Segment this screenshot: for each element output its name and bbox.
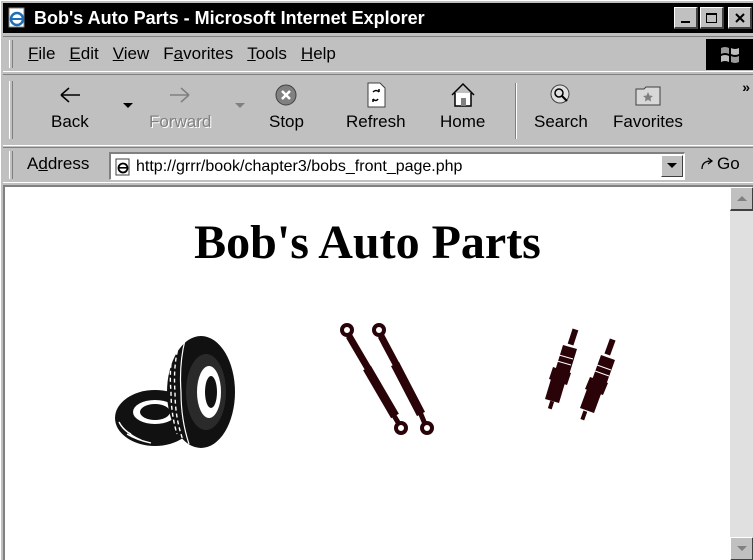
content-frame: Bob's Auto Parts <box>3 185 753 560</box>
toolbar-grip[interactable] <box>9 81 13 139</box>
maximize-icon <box>705 12 717 23</box>
address-label: Address <box>27 154 90 173</box>
stop-icon <box>275 84 297 106</box>
go-button[interactable]: Go <box>699 154 740 174</box>
stop-button[interactable]: Stop <box>269 81 304 141</box>
browser-window: Bob's Auto Parts - Microsoft Internet Ex… <box>0 0 753 560</box>
menu-favorites[interactable]: Favorites <box>158 44 242 64</box>
back-button[interactable]: Back <box>51 81 89 141</box>
forward-arrow-icon <box>170 87 190 103</box>
page-content: Bob's Auto Parts <box>5 187 730 560</box>
menu-bar: File Edit View Favorites Tools Help <box>3 36 753 72</box>
ie-page-icon <box>8 7 25 28</box>
forward-dropdown-arrow[interactable] <box>235 103 245 108</box>
menu-tools[interactable]: Tools <box>242 44 296 64</box>
arrow-down-icon <box>736 546 747 551</box>
address-url: http://grrr/book/chapter3/bobs_front_pag… <box>136 157 463 175</box>
menu-file[interactable]: File <box>23 44 64 64</box>
refresh-icon <box>367 82 386 108</box>
chevron-down-icon <box>667 163 677 168</box>
address-dropdown-button[interactable] <box>661 155 683 177</box>
maximize-button[interactable] <box>700 7 724 29</box>
window-title: Bob's Auto Parts - Microsoft Internet Ex… <box>34 7 425 28</box>
close-icon <box>734 12 745 23</box>
spark-plugs-image[interactable] <box>543 327 625 427</box>
forward-button[interactable]: Forward <box>149 81 211 141</box>
favorites-button[interactable]: Favorites <box>613 81 683 141</box>
favorites-icon <box>635 86 661 106</box>
menu-help[interactable]: Help <box>296 44 345 64</box>
home-icon <box>451 82 475 107</box>
ie-throbber <box>706 39 753 70</box>
search-button[interactable]: Search <box>534 81 588 141</box>
close-button[interactable] <box>728 7 752 29</box>
scroll-up-button[interactable] <box>730 187 753 211</box>
title-bar[interactable]: Bob's Auto Parts - Microsoft Internet Ex… <box>3 3 753 33</box>
minimize-button[interactable] <box>674 7 698 29</box>
back-dropdown-arrow[interactable] <box>123 103 133 108</box>
standard-toolbar: Back Forward Stop Refresh Home Search Fa… <box>3 74 753 146</box>
tires-image[interactable] <box>113 330 238 450</box>
shock-absorbers-image[interactable] <box>335 320 440 438</box>
toolbar-separator <box>515 83 517 139</box>
menu-edit[interactable]: Edit <box>64 44 107 64</box>
windows-logo-icon <box>721 46 739 63</box>
address-grip[interactable] <box>9 151 13 179</box>
menu-view[interactable]: View <box>108 44 159 64</box>
scroll-down-button[interactable] <box>730 537 753 560</box>
vertical-scrollbar[interactable] <box>730 187 753 560</box>
search-icon <box>550 84 570 104</box>
address-bar: Address http://grrr/book/chapter3/bobs_f… <box>3 147 753 183</box>
minimize-icon <box>680 20 690 23</box>
address-field[interactable]: http://grrr/book/chapter3/bobs_front_pag… <box>109 152 685 180</box>
menu-grip[interactable] <box>9 40 13 68</box>
page-heading: Bob's Auto Parts <box>194 216 541 269</box>
home-button[interactable]: Home <box>440 81 485 141</box>
go-arrow-icon <box>701 157 714 170</box>
refresh-button[interactable]: Refresh <box>346 81 406 141</box>
page-icon <box>115 158 130 175</box>
toolbar-more-chevron[interactable]: » <box>742 79 750 95</box>
arrow-up-icon <box>736 196 747 201</box>
back-arrow-icon <box>60 87 80 103</box>
